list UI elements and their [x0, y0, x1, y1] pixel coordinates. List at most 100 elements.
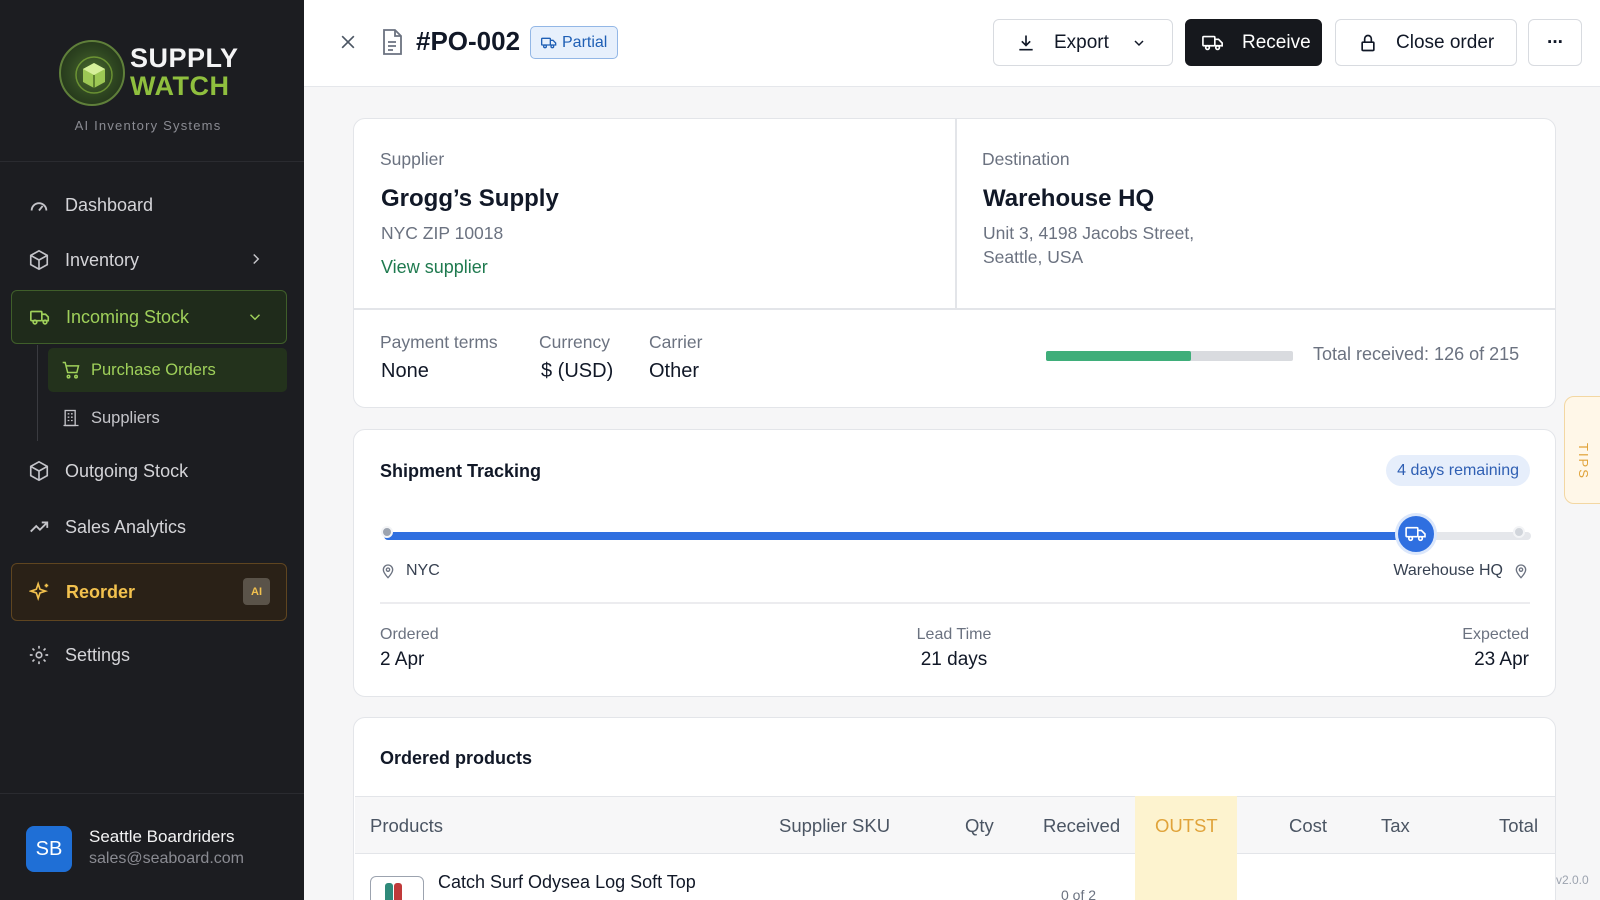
- column-header-supplier-sku[interactable]: Supplier SKU: [779, 815, 890, 837]
- close-icon[interactable]: [336, 30, 360, 54]
- truck-icon: [1202, 33, 1224, 53]
- user-email: sales@seaboard.com: [89, 850, 244, 867]
- tracking-progress-fill: [384, 532, 1417, 540]
- document-icon: [381, 29, 403, 60]
- sidebar: SUPPLY WATCH AI Inventory Systems Dashbo…: [0, 0, 304, 900]
- tracking-divider: [380, 602, 1530, 604]
- tips-label: TIPS: [1576, 443, 1591, 480]
- supplier-label: Supplier: [380, 149, 445, 169]
- chevron-right-icon: [247, 250, 265, 273]
- tips-tab[interactable]: TIPS: [1564, 396, 1600, 504]
- destination-dot: [1513, 526, 1525, 538]
- lock-icon: [1358, 32, 1378, 54]
- products-table-header: [355, 796, 1555, 854]
- product-received: 0 of 2: [1061, 887, 1097, 900]
- sidebar-item-label: Reorder: [66, 581, 136, 602]
- sidebar-item-settings[interactable]: Settings: [11, 628, 287, 682]
- products-title: Ordered products: [380, 748, 533, 768]
- sidebar-item-suppliers[interactable]: Suppliers: [48, 396, 287, 440]
- sidebar-item-dashboard[interactable]: Dashboard: [11, 178, 287, 232]
- currency-label: Currency: [539, 332, 610, 352]
- carrier-label: Carrier: [649, 332, 703, 352]
- column-header-qty[interactable]: Qty: [965, 815, 994, 837]
- received-progress-bar: [1046, 351, 1293, 361]
- building-icon: [60, 407, 82, 429]
- column-header-tax[interactable]: Tax: [1381, 815, 1410, 837]
- ordered-label: Ordered: [380, 626, 439, 643]
- map-pin-icon: [380, 562, 396, 580]
- brand-title-line1: SUPPLY: [130, 43, 239, 73]
- ordered-value: 2 Apr: [380, 649, 425, 670]
- box-icon: [27, 248, 51, 272]
- brand-title-line2: WATCH: [130, 71, 230, 101]
- order-details-card: Supplier Grogg’s Supply NYC ZIP 10018 Vi…: [353, 118, 1556, 408]
- destination-name: Warehouse HQ: [983, 185, 1155, 212]
- sidebar-item-label: Sales Analytics: [65, 516, 187, 537]
- sidebar-item-incoming-stock[interactable]: Incoming Stock: [11, 290, 287, 344]
- supplier-address: NYC ZIP 10018: [381, 223, 504, 243]
- destination-address-line2: Seattle, USA: [983, 247, 1084, 267]
- close-order-button[interactable]: Close order: [1335, 19, 1517, 66]
- product-name[interactable]: Catch Surf Odysea Log Soft Top: [438, 872, 696, 893]
- sidebar-item-outgoing-stock[interactable]: Outgoing Stock: [11, 444, 287, 498]
- destination-label: Warehouse HQ: [1393, 562, 1503, 579]
- origin-location: NYC: [380, 562, 440, 580]
- supplier-name: Grogg’s Supply: [381, 185, 559, 212]
- brand-tagline: AI Inventory Systems: [74, 118, 222, 133]
- sidebar-item-sales-analytics[interactable]: Sales Analytics: [11, 500, 287, 554]
- column-header-outstanding[interactable]: OUTST: [1155, 815, 1218, 837]
- outstanding-column-highlight: [1135, 796, 1237, 900]
- carrier-value: Other: [649, 360, 700, 382]
- sidebar-item-label: Suppliers: [91, 408, 160, 427]
- sidebar-item-label: Incoming Stock: [66, 306, 190, 327]
- tracking-track: [384, 532, 1531, 540]
- status-badge: Partial: [530, 26, 619, 59]
- sparkle-icon: [28, 580, 52, 604]
- column-header-products[interactable]: Products: [370, 815, 443, 837]
- sidebar-item-inventory[interactable]: Inventory: [11, 233, 287, 287]
- map-pin-icon: [1513, 562, 1529, 580]
- page-title: #PO-002: [416, 26, 521, 56]
- sidebar-item-label: Inventory: [65, 249, 140, 270]
- avatar: SB: [26, 826, 72, 872]
- row-divider: [354, 308, 1555, 310]
- product-thumbnail: [370, 876, 424, 900]
- tracking-title: Shipment Tracking: [380, 461, 542, 481]
- column-header-cost[interactable]: Cost: [1289, 815, 1327, 837]
- chevron-down-icon: [1131, 35, 1147, 51]
- column-header-total[interactable]: Total: [1499, 815, 1538, 837]
- surfboard-shape-2: [394, 883, 402, 900]
- sidebar-item-reorder[interactable]: Reorder AI: [11, 563, 287, 621]
- payment-terms-label: Payment terms: [380, 332, 498, 352]
- brand-title: SUPPLY WATCH: [130, 44, 239, 100]
- download-icon: [1016, 33, 1036, 53]
- payment-terms-value: None: [381, 360, 429, 382]
- expected-label: Expected: [1462, 626, 1529, 643]
- shipment-truck-icon: [1395, 513, 1438, 555]
- close-order-label: Close order: [1396, 31, 1495, 53]
- box-icon: [27, 459, 51, 483]
- expected-value: 23 Apr: [1474, 649, 1529, 670]
- total-received-text: Total received: 126 of 215: [1313, 344, 1520, 364]
- sidebar-item-purchase-orders[interactable]: Purchase Orders: [48, 348, 287, 392]
- user-profile[interactable]: SB Seattle Boardriders sales@seaboard.co…: [0, 793, 304, 900]
- chevron-down-icon: [246, 308, 264, 331]
- ai-badge: AI: [243, 578, 270, 605]
- surfboard-shape-1: [385, 883, 393, 900]
- sidebar-item-label: Dashboard: [65, 194, 154, 215]
- view-supplier-link[interactable]: View supplier: [381, 257, 488, 278]
- version-label: v2.0.0: [1556, 873, 1589, 887]
- brand: SUPPLY WATCH AI Inventory Systems: [0, 0, 304, 162]
- status-badge-label: Partial: [562, 33, 608, 51]
- receive-button[interactable]: Receive: [1185, 19, 1322, 66]
- lead-time-label: Lead Time: [916, 626, 992, 643]
- export-label: Export: [1054, 31, 1109, 53]
- more-options-button[interactable]: ···: [1528, 19, 1582, 66]
- topbar: #PO-002 Partial Export Receive Close ord…: [304, 0, 1600, 87]
- export-button[interactable]: Export: [993, 19, 1173, 66]
- days-remaining-badge: 4 days remaining: [1386, 455, 1530, 486]
- user-name: Seattle Boardriders: [89, 827, 235, 846]
- column-header-received[interactable]: Received: [1043, 815, 1120, 837]
- gear-icon: [27, 643, 51, 667]
- brand-logo-icon: [59, 40, 125, 106]
